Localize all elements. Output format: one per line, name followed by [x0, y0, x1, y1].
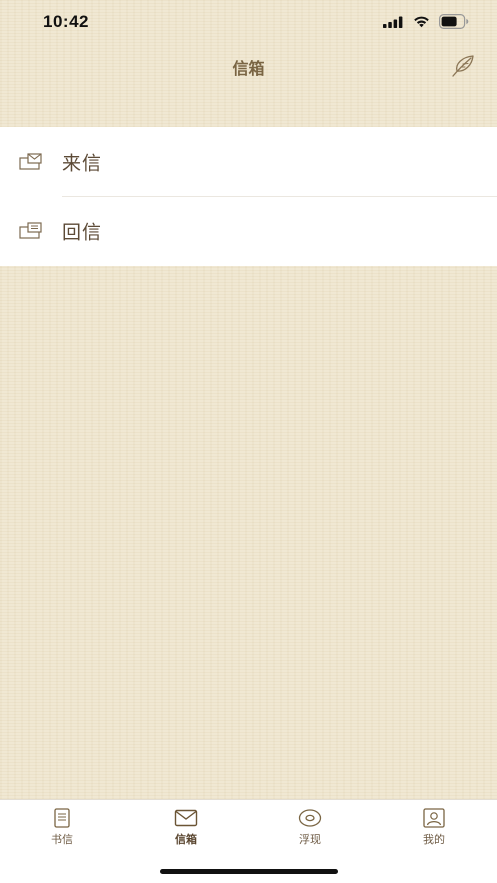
reply-letter-icon: [19, 222, 42, 239]
inbox-item[interactable]: 来信: [0, 127, 497, 197]
tab-profile-label: 我的: [423, 833, 445, 846]
cellular-signal-icon: [383, 16, 403, 28]
profile-icon: [423, 808, 445, 828]
tab-emerge-label: 浮现: [299, 833, 321, 846]
page-title: 信箱: [232, 59, 265, 78]
envelope-icon: [174, 809, 198, 827]
tab-profile[interactable]: 我的: [394, 808, 474, 850]
tab-mailbox-label: 信箱: [175, 833, 197, 846]
reply-item[interactable]: 回信: [0, 196, 497, 266]
tab-letters-label: 书信: [51, 833, 73, 846]
wifi-icon: [414, 16, 429, 28]
status-bar: 10:42: [0, 0, 497, 44]
feather-quill-icon: [452, 55, 474, 77]
nav-bar: 信箱: [0, 44, 497, 88]
tab-mailbox[interactable]: 信箱: [146, 808, 226, 850]
inbox-envelope-icon: [19, 152, 42, 170]
letter-doc-icon: [54, 808, 70, 828]
compose-button[interactable]: [448, 52, 478, 80]
battery-icon: [439, 14, 469, 29]
reply-label: 回信: [62, 221, 103, 244]
mail-list: 来信 回信: [0, 127, 497, 266]
tab-letters[interactable]: 书信: [22, 808, 102, 850]
tab-emerge[interactable]: 浮现: [270, 808, 350, 850]
eye-icon: [298, 809, 322, 827]
status-time: 10:42: [43, 12, 89, 31]
home-indicator: [160, 869, 338, 874]
inbox-label: 来信: [62, 152, 103, 174]
